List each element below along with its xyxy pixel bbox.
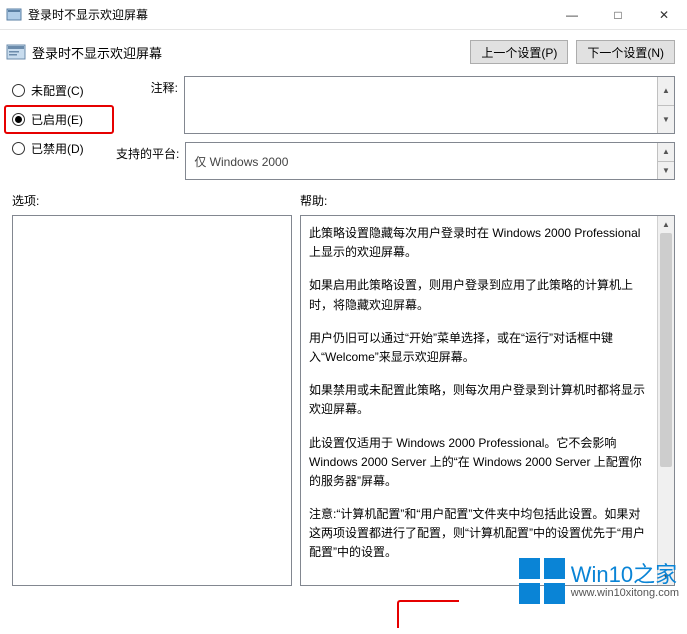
- previous-setting-button[interactable]: 上一个设置(P): [470, 40, 568, 64]
- comment-input[interactable]: ▲ ▼: [184, 76, 675, 134]
- comment-row: 注释: ▲ ▼: [116, 76, 675, 134]
- comment-spinner: ▲ ▼: [657, 77, 674, 133]
- window-buttons: — □ ✕: [549, 0, 687, 30]
- scroll-down-icon[interactable]: ▼: [658, 568, 674, 585]
- highlight-enabled: 已启用(E): [4, 105, 114, 134]
- header-row: 登录时不显示欢迎屏幕 上一个设置(P) 下一个设置(N): [0, 30, 687, 72]
- help-scrollbar[interactable]: ▲ ▼: [657, 216, 674, 585]
- config-area: 未配置(C) 已启用(E) 已禁用(D) 注释: ▲ ▼ 支持的平台:: [0, 72, 687, 186]
- help-paragraph: 注意:“计算机配置”和“用户配置”文件夹中均包括此设置。如果对这两项设置都进行了…: [309, 505, 652, 563]
- radio-label: 未配置(C): [31, 82, 84, 99]
- scroll-track[interactable]: [658, 233, 674, 568]
- app-icon: [6, 7, 22, 23]
- options-label: 选项:: [12, 192, 292, 209]
- radio-disabled[interactable]: 已禁用(D): [12, 140, 106, 157]
- lower-area: 选项: 帮助: 此策略设置隐藏每次用户登录时在 Windows 2000 Pro…: [0, 186, 687, 592]
- radio-not-configured[interactable]: 未配置(C): [12, 82, 106, 99]
- spin-up-icon[interactable]: ▲: [657, 143, 674, 161]
- spin-up-icon[interactable]: ▲: [657, 77, 674, 105]
- radio-icon: [12, 142, 25, 155]
- maximize-button[interactable]: □: [595, 0, 641, 30]
- platform-label: 支持的平台:: [116, 142, 179, 162]
- platform-value-box: 仅 Windows 2000 ▲ ▼: [185, 142, 675, 180]
- platform-row: 支持的平台: 仅 Windows 2000 ▲ ▼: [116, 142, 675, 180]
- policy-icon: [6, 42, 26, 62]
- options-box: [12, 215, 292, 586]
- help-paragraph: 用户仍旧可以通过“开始”菜单选择，或在“运行”对话框中键入“Welcome”来显…: [309, 329, 652, 367]
- radio-enabled[interactable]: 已启用(E): [12, 111, 106, 128]
- radio-icon: [12, 113, 25, 126]
- help-paragraph: 此策略设置隐藏每次用户登录时在 Windows 2000 Professiona…: [309, 224, 652, 262]
- help-content: 此策略设置隐藏每次用户登录时在 Windows 2000 Professiona…: [301, 216, 674, 585]
- help-paragraph: 如果启用此策略设置，则用户登录到应用了此策略的计算机上时，将隐藏欢迎屏幕。: [309, 276, 652, 314]
- radio-icon: [12, 84, 25, 97]
- options-pane: 选项:: [12, 192, 292, 586]
- close-button[interactable]: ✕: [641, 0, 687, 30]
- scroll-thumb[interactable]: [660, 233, 672, 467]
- minimize-button[interactable]: —: [549, 0, 595, 30]
- help-paragraph: 此设置仅适用于 Windows 2000 Professional。它不会影响 …: [309, 434, 652, 492]
- platform-spinner: ▲ ▼: [657, 143, 674, 179]
- radio-label: 已启用(E): [31, 111, 83, 128]
- state-radios: 未配置(C) 已启用(E) 已禁用(D): [12, 76, 106, 180]
- titlebar: 登录时不显示欢迎屏幕 — □ ✕: [0, 0, 687, 30]
- comment-label: 注释:: [116, 76, 178, 96]
- highlight-bottom: [397, 600, 459, 628]
- window-title: 登录时不显示欢迎屏幕: [28, 6, 549, 23]
- help-pane: 帮助: 此策略设置隐藏每次用户登录时在 Windows 2000 Profess…: [300, 192, 675, 586]
- platform-value: 仅 Windows 2000: [194, 153, 288, 170]
- help-label: 帮助:: [300, 192, 675, 209]
- spin-down-icon[interactable]: ▼: [657, 161, 674, 180]
- help-box: 此策略设置隐藏每次用户登录时在 Windows 2000 Professiona…: [300, 215, 675, 586]
- scroll-up-icon[interactable]: ▲: [658, 216, 674, 233]
- policy-title: 登录时不显示欢迎屏幕: [32, 43, 462, 62]
- radio-label: 已禁用(D): [31, 140, 84, 157]
- spin-down-icon[interactable]: ▼: [657, 105, 674, 134]
- help-paragraph: 如果禁用或未配置此策略，则每次用户登录到计算机时都将显示欢迎屏幕。: [309, 381, 652, 419]
- right-fields: 注释: ▲ ▼ 支持的平台: 仅 Windows 2000 ▲ ▼: [116, 76, 675, 180]
- next-setting-button[interactable]: 下一个设置(N): [576, 40, 675, 64]
